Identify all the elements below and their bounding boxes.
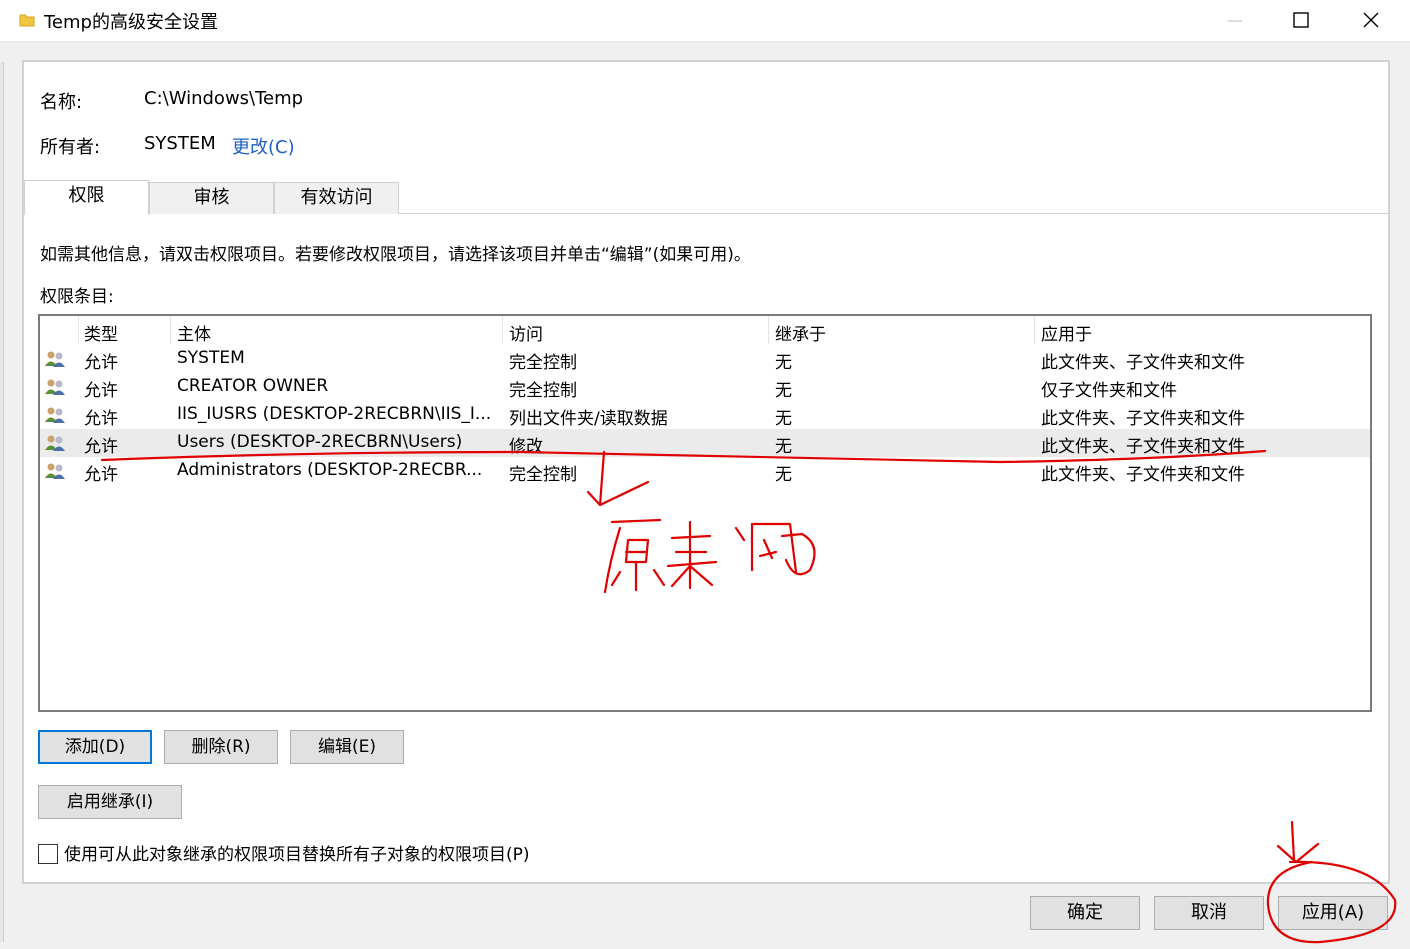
close-icon: [1363, 12, 1379, 28]
permission-entries-label: 权限条目:: [40, 287, 114, 307]
users-icon: [45, 351, 65, 367]
replace-child-permissions-label: 使用可从此对象继承的权限项目替换所有子对象的权限项目(P): [64, 845, 530, 865]
cell-inherited-from: 无: [775, 437, 792, 457]
cell-applies-to: 仅子文件夹和文件: [1041, 381, 1177, 401]
remove-button[interactable]: 删除(R): [164, 730, 278, 764]
tab-auditing[interactable]: 审核: [149, 182, 274, 214]
table-row[interactable]: 允许 SYSTEM 完全控制 无 此文件夹、子文件夹和文件: [40, 345, 1370, 373]
minimize-button[interactable]: [1200, 0, 1270, 42]
table-row[interactable]: 允许 CREATOR OWNER 完全控制 无 仅子文件夹和文件: [40, 373, 1370, 401]
cell-applies-to: 此文件夹、子文件夹和文件: [1041, 353, 1245, 373]
column-divider: [170, 316, 171, 344]
cell-applies-to: 此文件夹、子文件夹和文件: [1041, 465, 1245, 485]
column-divider: [1034, 316, 1035, 344]
cell-type: 允许: [84, 381, 118, 401]
users-icon: [45, 435, 65, 451]
cell-inherited-from: 无: [775, 381, 792, 401]
window-title: Temp的高级安全设置: [44, 12, 218, 33]
cell-principal: CREATOR OWNER: [177, 376, 329, 396]
info-text: 如需其他信息，请双击权限项目。若要修改权限项目，请选择该项目并单击“编辑”(如果…: [40, 245, 751, 265]
column-divider: [768, 316, 769, 344]
users-icon: [45, 407, 65, 423]
apply-button[interactable]: 应用(A): [1278, 896, 1388, 930]
minimize-icon: [1228, 20, 1242, 22]
cell-type: 允许: [84, 437, 118, 457]
cell-access: 完全控制: [509, 465, 577, 485]
cell-applies-to: 此文件夹、子文件夹和文件: [1041, 409, 1245, 429]
cell-inherited-from: 无: [775, 409, 792, 429]
tab-effective-access[interactable]: 有效访问: [274, 182, 399, 214]
cell-principal: IIS_IUSRS (DESKTOP-2RECBRN\IIS_I...: [177, 404, 492, 424]
enable-inheritance-button[interactable]: 启用继承(I): [38, 785, 182, 819]
cell-access: 修改: [509, 437, 543, 457]
settings-panel: 名称: C:\Windows\Temp 所有者: SYSTEM 更改(C) 权限…: [22, 60, 1390, 884]
cancel-button[interactable]: 取消: [1154, 896, 1264, 930]
edit-button[interactable]: 编辑(E): [290, 730, 404, 764]
name-value: C:\Windows\Temp: [144, 88, 304, 109]
cell-access: 列出文件夹/读取数据: [509, 409, 668, 429]
maximize-button[interactable]: [1266, 0, 1336, 42]
add-button[interactable]: 添加(D): [38, 730, 152, 764]
maximize-icon: [1293, 12, 1309, 28]
name-label: 名称:: [40, 92, 83, 113]
column-header-inherited-from[interactable]: 继承于: [775, 320, 826, 345]
list-header: 类型 主体 访问 继承于 应用于: [40, 316, 1370, 345]
dialog-body: 名称: C:\Windows\Temp 所有者: SYSTEM 更改(C) 权限…: [0, 42, 1410, 949]
tab-bar: 权限 审核 有效访问: [24, 180, 1388, 215]
replace-child-permissions-checkbox[interactable]: [38, 844, 58, 864]
owner-label: 所有者:: [40, 137, 101, 158]
cell-inherited-from: 无: [775, 465, 792, 485]
table-row[interactable]: 允许 Administrators (DESKTOP-2RECBR... 完全控…: [40, 457, 1370, 485]
cell-access: 完全控制: [509, 353, 577, 373]
owner-value: SYSTEM: [144, 133, 216, 154]
users-icon: [45, 463, 65, 479]
cell-applies-to: 此文件夹、子文件夹和文件: [1041, 437, 1245, 457]
folder-icon: [19, 14, 35, 27]
title-bar: Temp的高级安全设置: [0, 0, 1410, 42]
close-button[interactable]: [1336, 0, 1406, 42]
permission-list[interactable]: 类型 主体 访问 继承于 应用于 允许 SYSTEM 完全控制 无 此文件夹、子…: [38, 314, 1372, 712]
cell-inherited-from: 无: [775, 353, 792, 373]
column-header-principal[interactable]: 主体: [177, 320, 211, 345]
column-divider: [78, 316, 79, 344]
cell-access: 完全控制: [509, 381, 577, 401]
cell-principal: Administrators (DESKTOP-2RECBR...: [177, 460, 483, 480]
cell-type: 允许: [84, 465, 118, 485]
ok-button[interactable]: 确定: [1030, 896, 1140, 930]
cell-type: 允许: [84, 409, 118, 429]
table-row[interactable]: 允许 IIS_IUSRS (DESKTOP-2RECBRN\IIS_I... 列…: [40, 401, 1370, 429]
column-header-access[interactable]: 访问: [509, 320, 543, 345]
column-header-applies-to[interactable]: 应用于: [1041, 320, 1092, 345]
cell-principal: Users (DESKTOP-2RECBRN\Users): [177, 432, 463, 452]
column-header-type[interactable]: 类型: [84, 320, 118, 345]
table-row[interactable]: 允许 Users (DESKTOP-2RECBRN\Users) 修改 无 此文…: [40, 429, 1370, 457]
cell-type: 允许: [84, 353, 118, 373]
window-edge: [0, 62, 4, 942]
column-divider: [502, 316, 503, 344]
tab-permissions[interactable]: 权限: [24, 180, 149, 215]
cell-principal: SYSTEM: [177, 348, 245, 368]
change-owner-link[interactable]: 更改(C): [232, 133, 295, 159]
users-icon: [45, 379, 65, 395]
